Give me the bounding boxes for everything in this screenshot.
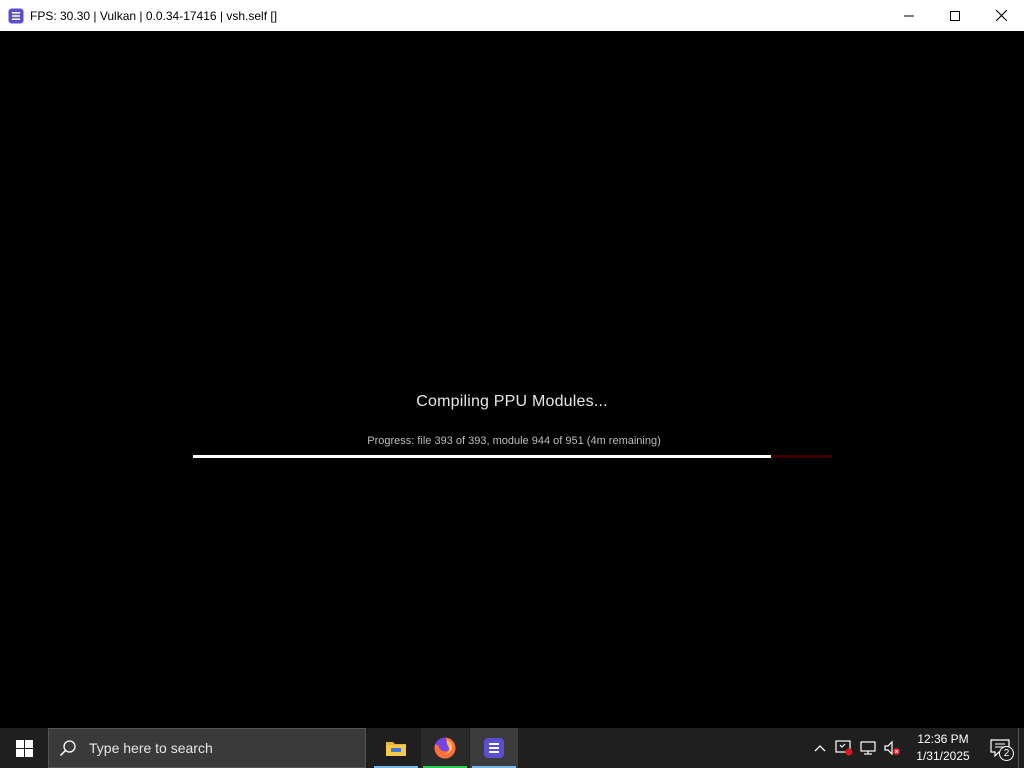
maximize-icon — [950, 10, 960, 21]
minimize-button[interactable] — [886, 0, 932, 31]
rpcs3-app-icon — [8, 8, 24, 23]
minimize-icon — [904, 15, 914, 16]
firefox-icon — [434, 737, 456, 759]
file-explorer-icon — [386, 742, 406, 756]
clock[interactable]: 12:36 PM 1/31/2025 — [910, 728, 976, 768]
close-icon — [995, 10, 1007, 21]
volume-muted-icon — [884, 740, 900, 756]
close-button[interactable] — [978, 0, 1024, 31]
taskbar-app-firefox[interactable] — [421, 728, 469, 768]
search-icon — [59, 739, 77, 757]
game-viewport[interactable]: Compiling PPU Modules... Progress: file … — [0, 31, 1024, 728]
title-bar[interactable]: FPS: 30.30 | Vulkan | 0.0.34-17416 | vsh… — [0, 0, 1024, 32]
search-box[interactable] — [48, 728, 366, 768]
progress-bar-track — [193, 455, 832, 458]
network-icon — [860, 741, 876, 755]
action-center-button[interactable]: 2 — [982, 728, 1018, 768]
taskbar-app-file-explorer[interactable] — [372, 728, 420, 768]
taskbar: 12:36 PM 1/31/2025 2 — [0, 728, 1024, 768]
progress-bar-fill — [193, 455, 772, 458]
show-hidden-icons-button[interactable] — [808, 728, 832, 768]
compile-progress-text: Progress: file 393 of 393, module 944 of… — [367, 435, 661, 447]
taskbar-apps — [372, 728, 519, 768]
search-input[interactable] — [87, 739, 331, 757]
clock-date: 1/31/2025 — [916, 749, 970, 763]
chevron-up-icon — [814, 745, 826, 752]
tray-security[interactable] — [832, 728, 856, 768]
taskbar-app-rpcs3[interactable] — [470, 728, 518, 768]
show-desktop-button[interactable] — [1018, 728, 1024, 768]
clock-time: 12:36 PM — [917, 732, 969, 746]
compile-title: Compiling PPU Modules... — [416, 393, 608, 410]
window-title: FPS: 30.30 | Vulkan | 0.0.34-17416 | vsh… — [30, 8, 278, 23]
security-center-icon — [835, 740, 853, 756]
start-button[interactable] — [0, 728, 48, 768]
tray-network[interactable] — [856, 728, 880, 768]
rpcs3-icon — [484, 738, 504, 758]
system-tray: 12:36 PM 1/31/2025 2 — [808, 728, 1024, 768]
notification-count-badge: 2 — [999, 746, 1014, 761]
windows-logo-icon — [15, 739, 33, 757]
maximize-button[interactable] — [932, 0, 978, 31]
window-controls — [886, 0, 1024, 31]
tray-volume[interactable] — [880, 728, 904, 768]
